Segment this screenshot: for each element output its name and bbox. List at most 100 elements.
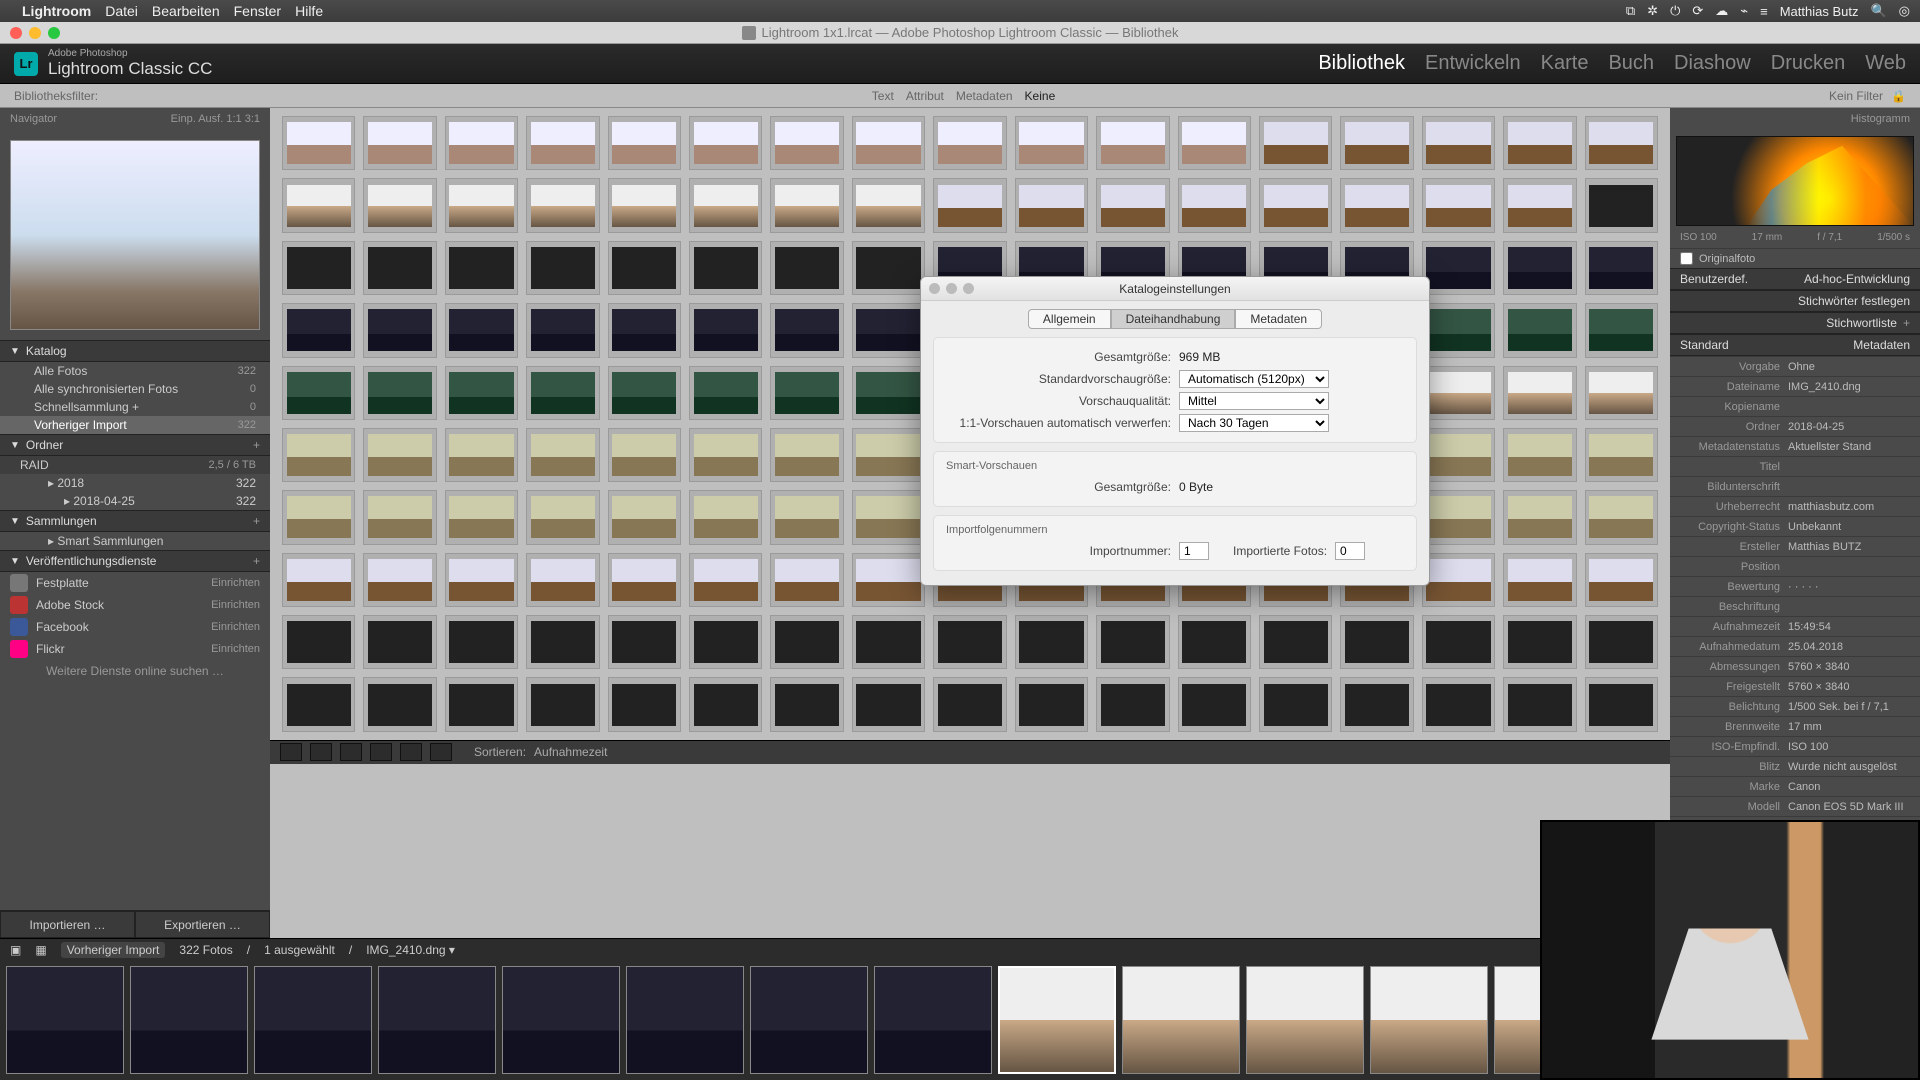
publish-service-row[interactable]: FlickrEinrichten xyxy=(0,638,270,660)
grid-thumbnail[interactable] xyxy=(445,366,518,420)
grid-thumbnail[interactable] xyxy=(852,178,925,232)
import-number-field[interactable] xyxy=(1179,542,1209,560)
grid-thumbnail[interactable] xyxy=(608,677,681,731)
grid-thumbnail[interactable] xyxy=(1015,178,1088,232)
grid-thumbnail[interactable] xyxy=(608,428,681,482)
grid-thumbnail[interactable] xyxy=(689,303,762,357)
std-preview-select[interactable]: Automatisch (5120px) xyxy=(1179,370,1329,388)
grid-thumbnail[interactable] xyxy=(445,677,518,731)
filmstrip-thumbnail[interactable] xyxy=(254,966,372,1074)
filmstrip-thumbnail[interactable] xyxy=(998,966,1116,1074)
grid-thumbnail[interactable] xyxy=(852,553,925,607)
grid-thumbnail[interactable] xyxy=(1585,428,1658,482)
grid-thumbnail[interactable] xyxy=(770,553,843,607)
grid-thumbnail[interactable] xyxy=(689,241,762,295)
grid-thumbnail[interactable] xyxy=(1422,303,1495,357)
grid-thumbnail[interactable] xyxy=(1585,303,1658,357)
view-people-icon[interactable] xyxy=(400,743,422,761)
catalog-row-all[interactable]: Alle Fotos322 xyxy=(0,362,270,380)
grid-thumbnail[interactable] xyxy=(1503,615,1576,669)
menubar-status-icon[interactable]: ⏻ xyxy=(1670,3,1680,19)
menu-edit[interactable]: Bearbeiten xyxy=(152,3,220,19)
filter-preset[interactable]: Kein Filter xyxy=(1829,89,1883,103)
meta-value[interactable]: · · · · · xyxy=(1788,581,1819,593)
catalog-row-synced[interactable]: Alle synchronisierten Fotos0 xyxy=(0,380,270,398)
discard-1to1-select[interactable]: Nach 30 Tagen xyxy=(1179,414,1329,432)
grid-thumbnail[interactable] xyxy=(852,366,925,420)
meta-value[interactable]: matthiasbutz.com xyxy=(1788,501,1874,513)
source-chip[interactable]: Vorheriger Import xyxy=(61,942,166,958)
grid-thumbnail[interactable] xyxy=(1422,241,1495,295)
meta-value[interactable]: Aktuellster Stand xyxy=(1788,441,1871,453)
keywords-list-header[interactable]: Stichwortliste+ xyxy=(1670,312,1920,334)
grid-thumbnail[interactable] xyxy=(608,241,681,295)
grid-thumbnail[interactable] xyxy=(689,615,762,669)
sort-value[interactable]: Aufnahmezeit xyxy=(534,745,607,759)
module-print[interactable]: Drucken xyxy=(1771,52,1845,75)
dialog-tab-filehandling[interactable]: Dateihandhabung xyxy=(1111,309,1236,329)
quickdev-header[interactable]: Benutzerdef. Ad-hoc-Entwicklung xyxy=(1670,268,1920,290)
grid-thumbnail[interactable] xyxy=(1585,116,1658,170)
grid-thumbnail[interactable] xyxy=(770,490,843,544)
meta-value[interactable]: 15:49:54 xyxy=(1788,621,1831,633)
grid-thumbnail[interactable] xyxy=(1503,178,1576,232)
originalfoto-checkbox[interactable] xyxy=(1680,252,1693,265)
filmstrip-thumbnail[interactable] xyxy=(750,966,868,1074)
grid-thumbnail[interactable] xyxy=(608,615,681,669)
publish-service-row[interactable]: Adobe StockEinrichten xyxy=(0,594,270,616)
module-map[interactable]: Karte xyxy=(1541,52,1589,75)
spotlight-icon[interactable]: 🔍 xyxy=(1870,3,1886,19)
view-grid-icon[interactable] xyxy=(280,743,302,761)
meta-value[interactable]: IMG_2410.dng xyxy=(1788,381,1861,393)
grid-thumbnail[interactable] xyxy=(608,366,681,420)
grid-thumbnail[interactable] xyxy=(852,490,925,544)
grid-thumbnail[interactable] xyxy=(770,428,843,482)
grid-thumbnail[interactable] xyxy=(526,553,599,607)
grid-thumbnail[interactable] xyxy=(689,428,762,482)
catalog-row-previous-import[interactable]: Vorheriger Import322 xyxy=(0,416,270,434)
module-web[interactable]: Web xyxy=(1865,52,1906,75)
grid-thumbnail[interactable] xyxy=(608,553,681,607)
grid-thumbnail[interactable] xyxy=(1503,241,1576,295)
document-proxy-icon[interactable] xyxy=(742,26,756,40)
grid-thumbnail[interactable] xyxy=(445,178,518,232)
menu-window[interactable]: Fenster xyxy=(234,3,281,19)
publish-service-row[interactable]: FacebookEinrichten xyxy=(0,616,270,638)
grid-thumbnail[interactable] xyxy=(445,241,518,295)
grid-thumbnail[interactable] xyxy=(1422,366,1495,420)
folder-row[interactable]: ▸ 2018322 xyxy=(0,474,270,492)
meta-value[interactable]: 2018-04-25 xyxy=(1788,421,1844,433)
meta-value[interactable]: Unbekannt xyxy=(1788,521,1841,533)
grid-thumbnail[interactable] xyxy=(1340,677,1413,731)
grid-thumbnail[interactable] xyxy=(1259,677,1332,731)
grid-thumbnail[interactable] xyxy=(1422,677,1495,731)
siri-icon[interactable]: ◎ xyxy=(1899,3,1910,19)
grid-thumbnail[interactable] xyxy=(770,116,843,170)
grid-thumbnail[interactable] xyxy=(770,241,843,295)
grid-thumbnail[interactable] xyxy=(282,178,355,232)
view-compare-icon[interactable] xyxy=(340,743,362,761)
filter-tab-attribute[interactable]: Attribut xyxy=(906,89,944,103)
smart-collections-row[interactable]: ▸ Smart Sammlungen xyxy=(0,532,270,550)
grid-thumbnail[interactable] xyxy=(1422,116,1495,170)
grid-thumbnail[interactable] xyxy=(608,178,681,232)
grid-thumbnail[interactable] xyxy=(1096,116,1169,170)
grid-thumbnail[interactable] xyxy=(526,178,599,232)
grid-cycle-icon[interactable]: ▦ xyxy=(35,943,46,957)
grid-thumbnail[interactable] xyxy=(1178,677,1251,731)
grid-thumbnail[interactable] xyxy=(363,116,436,170)
grid-thumbnail[interactable] xyxy=(770,366,843,420)
grid-thumbnail[interactable] xyxy=(1096,615,1169,669)
filmstrip-thumbnail[interactable] xyxy=(874,966,992,1074)
navigator-preview[interactable] xyxy=(10,140,260,330)
grid-thumbnail[interactable] xyxy=(1422,428,1495,482)
nav-zoom-fit[interactable]: Einp. xyxy=(171,113,196,125)
grid-thumbnail[interactable] xyxy=(1422,615,1495,669)
grid-thumbnail[interactable] xyxy=(363,490,436,544)
publish-header[interactable]: ▼ Veröffentlichungsdienste + xyxy=(0,550,270,572)
histogram[interactable] xyxy=(1676,136,1914,226)
grid-thumbnail[interactable] xyxy=(1503,116,1576,170)
menubar-status-icon[interactable]: ✲ xyxy=(1647,3,1658,19)
grid-thumbnail[interactable] xyxy=(526,303,599,357)
filmstrip-thumbnail[interactable] xyxy=(6,966,124,1074)
